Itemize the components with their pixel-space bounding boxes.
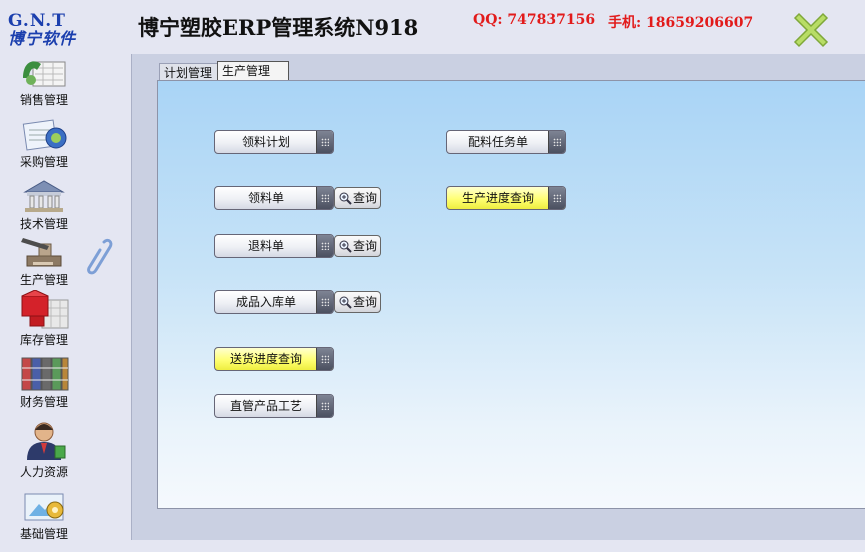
button-label: 退料单 — [247, 239, 284, 253]
grid-icon — [316, 131, 333, 153]
material-plan-button[interactable]: 领料计划 — [214, 130, 334, 154]
sidebar-item-inventory[interactable]: 库存管理 — [0, 290, 88, 348]
delivery-progress-button[interactable]: 送货进度查询 — [214, 347, 334, 371]
query-label: 查询 — [353, 295, 378, 309]
sidebar-item-label: 人力资源 — [19, 465, 68, 479]
magnifier-icon — [339, 296, 352, 309]
close-icon[interactable] — [789, 8, 833, 52]
inventory-icon — [21, 290, 69, 329]
button-label: 领料单 — [247, 191, 284, 205]
contact-qq: QQ: 747837156 — [473, 12, 596, 28]
logo-subtext: 博宁软件 — [8, 29, 77, 48]
base-icon — [24, 493, 64, 521]
grid-icon — [316, 187, 333, 209]
button-label: 成品入库单 — [235, 295, 296, 309]
magnifier-icon — [339, 240, 352, 253]
tech-icon — [23, 180, 65, 212]
button-label: 送货进度查询 — [229, 352, 302, 366]
sidebar-item-label: 采购管理 — [19, 155, 68, 169]
sidebar-item-label: 销售管理 — [19, 93, 68, 107]
sidebar-item-label: 财务管理 — [19, 395, 68, 409]
sidebar-item-production[interactable]: 生产管理 — [0, 232, 88, 288]
logo-text: G.N.T — [8, 11, 66, 31]
button-label: 直管产品工艺 — [229, 399, 302, 413]
query-label: 查询 — [353, 239, 378, 253]
button-label: 配料任务单 — [467, 135, 528, 149]
production-progress-button[interactable]: 生产进度查询 — [446, 186, 566, 210]
sidebar: 销售管理 采购管理 技术管理 生产管理 库存管理 财务管理 人力资源 基础管理 — [0, 54, 88, 552]
purchase-icon — [22, 119, 67, 151]
production-icon — [21, 238, 62, 267]
sales-icon — [23, 61, 66, 87]
sidebar-item-base[interactable]: 基础管理 — [0, 488, 88, 542]
button-label: 领料计划 — [241, 135, 290, 149]
grid-icon — [316, 395, 333, 417]
grid-icon — [548, 131, 565, 153]
product-inbound-button[interactable]: 成品入库单 — [214, 290, 334, 314]
return-slip-button[interactable]: 退料单 — [214, 234, 334, 258]
sidebar-item-tech[interactable]: 技术管理 — [0, 178, 88, 232]
sidebar-item-hr[interactable]: 人力资源 — [0, 420, 88, 480]
tab-production-management[interactable]: 生产管理 — [217, 61, 289, 81]
material-slip-button[interactable]: 领料单 — [214, 186, 334, 210]
grid-icon — [316, 235, 333, 257]
return-slip-query-button[interactable]: 查询 — [334, 235, 381, 257]
sidebar-item-finance[interactable]: 财务管理 — [0, 354, 88, 410]
sidebar-item-label: 技术管理 — [19, 217, 68, 231]
grid-icon — [316, 348, 333, 370]
batching-task-button[interactable]: 配料任务单 — [446, 130, 566, 154]
magnifier-icon — [339, 192, 352, 205]
grid-icon — [316, 291, 333, 313]
contact-phone: 手机: 18659206607 — [608, 15, 754, 31]
sidebar-item-sales[interactable]: 销售管理 — [0, 56, 88, 108]
grid-icon — [548, 187, 565, 209]
direct-product-process-button[interactable]: 直管产品工艺 — [214, 394, 334, 418]
material-slip-query-button[interactable]: 查询 — [334, 187, 381, 209]
sidebar-item-purchase[interactable]: 采购管理 — [0, 118, 88, 170]
sidebar-item-label: 生产管理 — [19, 273, 68, 287]
hr-icon — [27, 422, 66, 460]
sidebar-item-label: 基础管理 — [19, 527, 68, 541]
paperclip-icon — [87, 238, 113, 275]
button-label: 生产进度查询 — [461, 191, 534, 205]
sidebar-item-label: 库存管理 — [19, 333, 68, 347]
query-label: 查询 — [353, 191, 378, 205]
app-title: 博宁塑胶ERP管理系统N918 — [138, 15, 419, 40]
finance-icon — [21, 357, 69, 391]
product-inbound-query-button[interactable]: 查询 — [334, 291, 381, 313]
